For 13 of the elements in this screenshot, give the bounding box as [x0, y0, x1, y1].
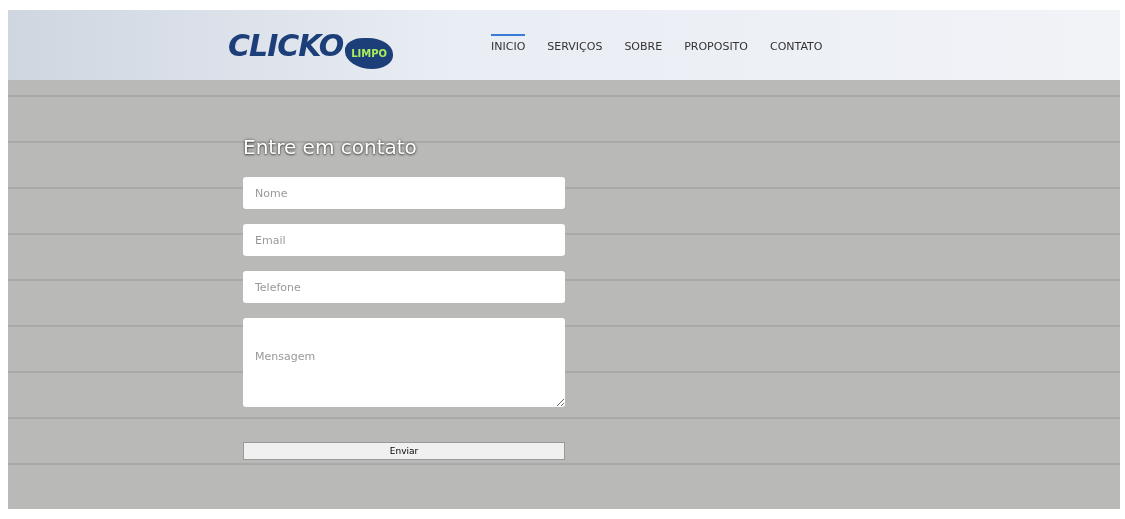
input-field[interactable]: Email: [243, 224, 565, 256]
input-field[interactable]: Nome: [243, 177, 565, 209]
nav-link[interactable]: SERVIÇOS: [547, 33, 603, 57]
send-button[interactable]: Enviar: [243, 442, 565, 460]
nav-link[interactable]: INICIO: [491, 33, 526, 57]
nav-link[interactable]: PROPOSITO: [684, 33, 748, 57]
message-field[interactable]: Mensagem: [243, 318, 565, 407]
nav-link[interactable]: SOBRE: [624, 33, 663, 57]
input-field[interactable]: Telefone: [243, 271, 565, 303]
logo-badge: LIMPO: [345, 37, 394, 69]
nav-link[interactable]: CONTATO: [770, 33, 823, 57]
form-title: Entre em contato: [243, 135, 418, 159]
logo-text[interactable]: CLICKO: [228, 27, 344, 63]
